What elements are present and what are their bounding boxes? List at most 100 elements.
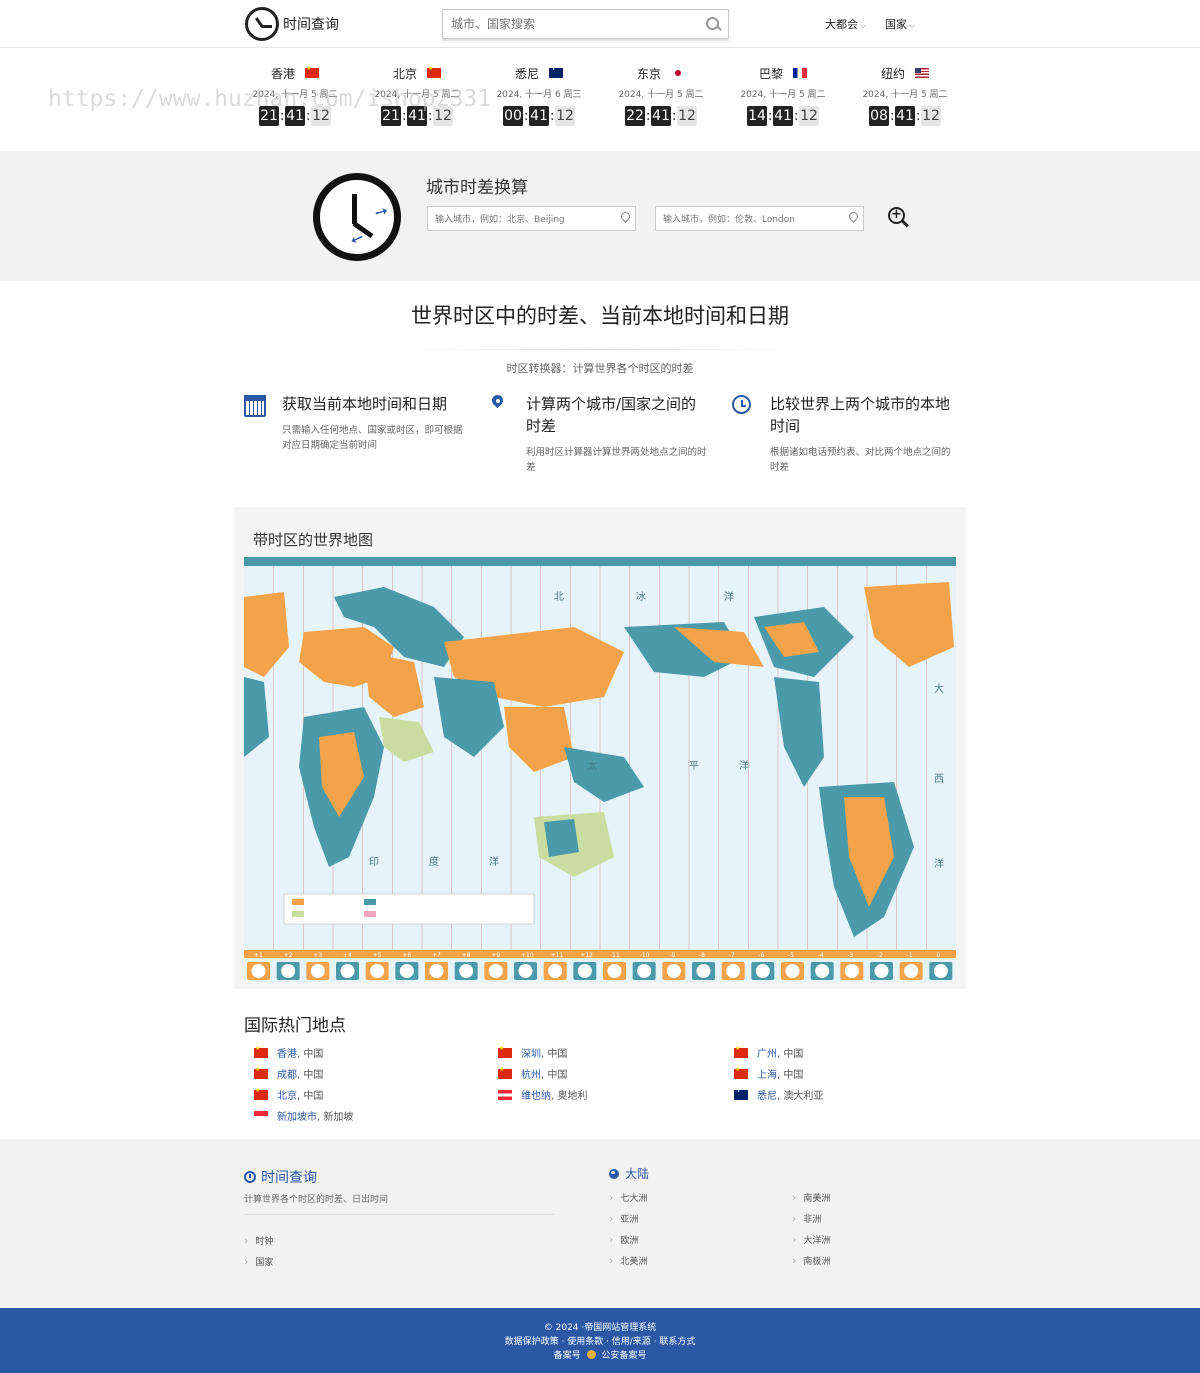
continent-link[interactable]: 南美洲 (792, 1191, 830, 1204)
mini-clock-face (726, 964, 741, 978)
ocean-label: 大 (934, 682, 944, 695)
place-city-link[interactable]: 维也纳 (521, 1087, 551, 1102)
logo-text: 时间查询 (283, 17, 339, 33)
offset-label: +9 (491, 952, 500, 959)
clock-card[interactable]: 悉尼 2024, 十一月 6 周三 00:41:12 (478, 62, 600, 134)
offset-label: -3 (847, 952, 853, 959)
mini-clock-face (904, 964, 919, 978)
map-legend (283, 893, 535, 925)
zoom-search-button[interactable] (888, 207, 908, 227)
clock-seconds: 12 (921, 106, 941, 126)
clock-icon (244, 1171, 256, 1183)
clock-card[interactable]: 巴黎 2024, 十一月 5 周二 14:41:12 (722, 62, 844, 134)
popular-place[interactable]: 北京, 中国 (254, 1087, 323, 1102)
clock-hours: 22 (625, 106, 645, 126)
continent-link[interactable]: 欧洲 (609, 1233, 638, 1246)
footer-brand[interactable]: 时间查询 (244, 1167, 317, 1187)
popular-place[interactable]: 维也纳, 奥地利 (498, 1087, 587, 1102)
offset-label: -10 (640, 952, 650, 959)
popular-place[interactable]: 广州, 中国 (734, 1045, 803, 1060)
search-icon[interactable] (698, 10, 728, 38)
page-title: 世界时区中的时差、当前本地时间和日期 (411, 304, 789, 328)
clock-minutes: 41 (651, 106, 671, 126)
record-link[interactable]: 备案号 (554, 1351, 581, 1361)
place-city-link[interactable]: 广州 (757, 1045, 777, 1060)
to-city-input[interactable] (656, 208, 836, 232)
place-city-link[interactable]: 上海 (757, 1066, 777, 1081)
title-divider (400, 349, 800, 350)
continent-link[interactable]: 大洋洲 (792, 1233, 830, 1246)
offset-label: +2 (284, 952, 293, 959)
ocean-label: 冰 (636, 590, 646, 603)
mini-clock-face (399, 964, 414, 978)
continent-link[interactable]: 非洲 (792, 1212, 821, 1225)
mini-clock-face (755, 964, 770, 978)
mini-clock-face (874, 964, 889, 978)
clock-city: 巴黎 (758, 66, 783, 81)
offset-label: +11 (551, 952, 564, 959)
popular-place[interactable]: 杭州, 中国 (498, 1066, 567, 1081)
from-city-input[interactable] (428, 208, 608, 232)
place-city-link[interactable]: 香港 (277, 1045, 297, 1060)
place-city-link[interactable]: 成都 (277, 1066, 297, 1081)
footer-brand-text: 时间查询 (261, 1170, 317, 1186)
flag-icon (498, 1066, 512, 1079)
clock-card[interactable]: 东京 2024, 十一月 5 周二 22:41:12 (600, 62, 722, 134)
nav-country-dropdown[interactable]: 国家 ⌵ (885, 16, 915, 32)
flag-icon (254, 1110, 268, 1121)
continent-link[interactable]: 南极洲 (792, 1254, 830, 1267)
australia-flag-icon (549, 63, 563, 78)
popular-place[interactable]: 新加坡市, 新加坡 (254, 1108, 353, 1123)
place-city-link[interactable]: 深圳 (521, 1045, 541, 1060)
world-timezone-map[interactable]: 北 冰 洋 太 平 洋 印 度 洋 大 西 洋 +1 +2 +3 +4 +5 +6 +7 +8… (244, 557, 956, 982)
ocean-label: 平 (689, 761, 699, 772)
offset-label: +6 (402, 952, 411, 959)
place-country: , 中国 (541, 1049, 568, 1060)
nav-metro-dropdown[interactable]: 大都会 ⌵ (825, 16, 866, 32)
offset-label: +4 (343, 952, 352, 959)
footer-link-country[interactable]: 国家 (244, 1255, 273, 1268)
clock-seconds: 12 (677, 106, 697, 126)
feature-desc: 根据诸如电话预约表、对比两个地点之间的时差 (770, 447, 951, 473)
place-country: , 新加坡 (317, 1112, 354, 1123)
policy-links[interactable]: 数据保护政策 · 使用条款 · 信用/来源 · 联系方式 (0, 1334, 1200, 1347)
site-logo[interactable]: 时间查询 (245, 7, 339, 41)
clock-seconds: 12 (555, 106, 575, 126)
search-input[interactable] (443, 10, 698, 38)
place-city-link[interactable]: 悉尼 (757, 1087, 777, 1102)
popular-place[interactable]: 悉尼, 澳大利亚 (734, 1085, 823, 1102)
popular-place[interactable]: 上海, 中国 (734, 1066, 803, 1081)
police-record-link[interactable]: 公安备案号 (601, 1351, 646, 1361)
clock-date: 2024, 十一月 5 周二 (862, 90, 948, 100)
ocean-label: 洋 (489, 855, 499, 868)
ocean-label: 太 (587, 759, 597, 772)
popular-place[interactable]: 香港, 中国 (254, 1045, 323, 1060)
clock-card[interactable]: 纽约 2024, 十一月 5 周二 08:41:12 (844, 62, 966, 134)
place-city-link[interactable]: 新加坡市 (277, 1108, 317, 1123)
offset-label: +7 (432, 952, 441, 959)
continent-link[interactable]: 亚洲 (609, 1212, 638, 1225)
offset-label: -2 (877, 952, 883, 959)
mini-clock-face (281, 964, 296, 978)
feature-title: 比较世界上两个城市的本地时间 (770, 395, 951, 435)
location-pin-icon (849, 212, 858, 224)
clock-card[interactable]: 北京 2024, 十一月 5 周二 21:41:12 (356, 62, 478, 134)
popular-place[interactable]: 成都, 中国 (254, 1066, 323, 1081)
clock-minutes: 41 (285, 106, 305, 126)
feature-title: 获取当前本地时间和日期 (282, 395, 448, 413)
mini-clock-face (607, 964, 622, 978)
popular-title: 国际热门地点 (244, 1016, 346, 1036)
popular-place[interactable]: 深圳, 中国 (498, 1045, 567, 1060)
place-city-link[interactable]: 杭州 (521, 1066, 541, 1081)
continent-link[interactable]: 七大洲 (609, 1191, 647, 1204)
clock-card[interactable]: 香港 2024, 十一月 5 周二 21:41:12 (234, 62, 356, 134)
place-country: , 中国 (777, 1070, 804, 1081)
continent-link[interactable]: 北美洲 (609, 1254, 647, 1267)
clock-hours: 21 (381, 106, 401, 126)
mini-clock-face (637, 964, 652, 978)
offset-label: +5 (373, 952, 382, 959)
footer-link-clock[interactable]: 时钟 (244, 1234, 273, 1247)
place-city-link[interactable]: 北京 (277, 1087, 297, 1102)
place-country: , 中国 (777, 1049, 804, 1060)
mini-clock-face (488, 964, 503, 978)
